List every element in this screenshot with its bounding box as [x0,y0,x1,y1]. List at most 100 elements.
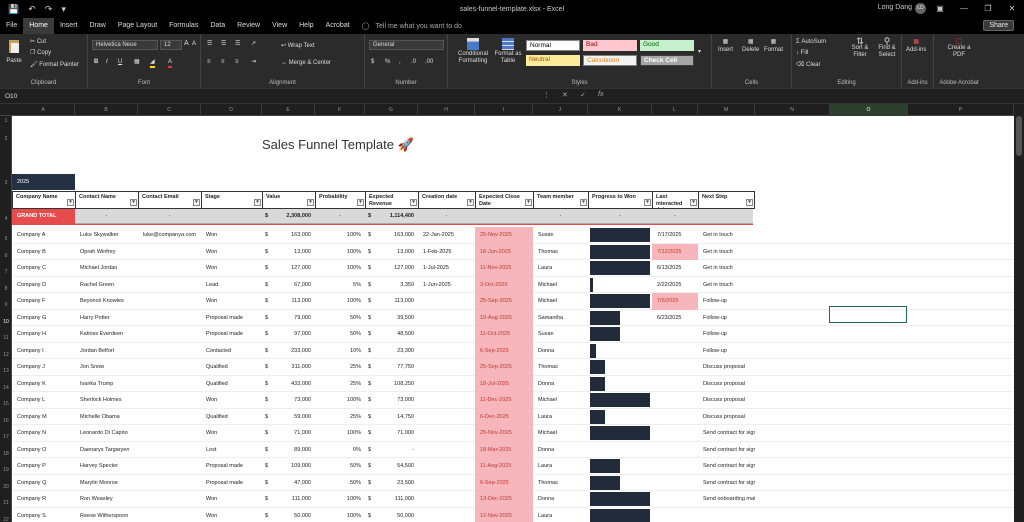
company-name-cell[interactable]: Company N [17,430,75,436]
stage-cell[interactable]: Proposal made [206,315,262,321]
probability-cell[interactable]: 10% [315,348,361,354]
team-member-cell[interactable]: Donna [538,447,588,453]
column-header-b[interactable]: B [75,104,138,116]
row-header-10[interactable]: 10 [0,319,12,325]
contact-name-cell[interactable]: Jordan Belfort [80,348,138,354]
column-header-k[interactable]: K [588,104,652,116]
expected-close-date-cell[interactable]: 11-Oct-2025 [480,331,533,337]
insert-cells-button[interactable]: ▦ Insert [718,38,733,54]
company-name-cell[interactable]: Company B [17,249,75,255]
probability-cell[interactable]: 25% [315,381,361,387]
row-header-9[interactable]: 9 [0,302,12,308]
filter-dropdown-icon[interactable]: ▾ [193,199,200,206]
column-header-c[interactable]: C [138,104,201,116]
company-name-cell[interactable]: Company D [17,282,75,288]
contact-name-cell[interactable]: Ron Weasley [80,496,138,502]
probability-cell[interactable]: 0% [315,447,361,453]
underline-icon[interactable]: U [118,58,122,66]
expected-close-date-cell[interactable]: 6-Sep-2025 [480,348,533,354]
row-header-4[interactable]: 4 [0,216,12,222]
value-cell[interactable]: 433,000 [262,381,311,387]
format-cells-button[interactable]: ▦ Format [764,38,783,54]
row-header-15[interactable]: 15 [0,401,12,407]
probability-cell[interactable]: 100% [315,265,361,271]
expected-revenue-cell[interactable]: 3,350 [365,282,414,288]
conditional-formatting-button[interactable]: Conditional Formatting [454,38,492,65]
stage-cell[interactable]: Contacted [206,348,262,354]
style-good[interactable]: Good [640,40,694,51]
contact-name-cell[interactable]: Michael Jordan [80,265,138,271]
column-header-d[interactable]: D [201,104,262,116]
company-name-cell[interactable]: Company P [17,463,75,469]
next-step-cell[interactable]: Follow-up [703,298,755,304]
probability-cell[interactable]: 100% [315,232,361,238]
align-middle-icon[interactable]: ☰ [221,40,226,48]
value-cell[interactable]: 109,000 [262,463,311,469]
column-header-n[interactable]: N [755,104,830,116]
more-options-icon[interactable]: ⋮ [543,91,550,99]
expected-close-date-cell[interactable]: 18-Mar-2025 [480,447,533,453]
expected-close-date-cell[interactable]: 19-Aug-2025 [480,315,533,321]
contact-name-cell[interactable]: Daenarys Targaryen [80,447,138,453]
addins-button[interactable]: ▦ Add-ins [906,38,926,54]
stage-cell[interactable]: Won [206,430,262,436]
expected-revenue-cell[interactable]: 23,500 [365,480,414,486]
row-header-12[interactable]: 12 [0,352,12,358]
orientation-icon[interactable]: ↗ [251,40,256,48]
column-header-l[interactable]: L [652,104,698,116]
value-cell[interactable]: 111,000 [262,496,311,502]
probability-cell[interactable]: 50% [315,315,361,321]
scroll-thumb[interactable] [1016,116,1022,156]
stage-cell[interactable]: Qualified [206,364,262,370]
restore-icon[interactable]: ❐ [976,0,1000,18]
row-header-3[interactable]: 3 [0,180,12,186]
expected-close-date-cell[interactable]: 3-Oct-2025 [480,282,533,288]
minimize-icon[interactable]: — [952,0,976,18]
expected-revenue-cell[interactable]: 50,000 [365,513,414,519]
format-painter-button[interactable]: 🖌 Format Painter [30,61,79,69]
contact-email-cell[interactable]: luke@companya.com [143,232,201,238]
align-center-icon[interactable]: ≡ [221,58,225,66]
team-member-cell[interactable]: Donna [538,348,588,354]
filter-dropdown-icon[interactable]: ▾ [580,199,587,206]
probability-cell[interactable]: 100% [315,397,361,403]
shrink-font-icon[interactable]: A [192,40,196,48]
expected-revenue-cell[interactable]: 163,000 [365,232,414,238]
expected-close-date-cell[interactable]: 25-Nov-2025 [480,232,533,238]
value-cell[interactable]: 73,000 [262,397,311,403]
team-member-cell[interactable]: Michael [538,282,588,288]
share-button[interactable]: Share [983,20,1014,31]
value-cell[interactable]: 71,000 [262,430,311,436]
borders-icon[interactable]: ▦ [134,58,140,66]
value-cell[interactable]: 97,000 [262,331,311,337]
next-step-cell[interactable]: Discuss proposal [703,414,755,420]
team-member-cell[interactable]: Michael [538,397,588,403]
bold-icon[interactable]: B [94,58,98,66]
value-cell[interactable]: 89,000 [262,447,311,453]
row-header-8[interactable]: 8 [0,286,12,292]
format-as-table-button[interactable]: Format as Table [494,38,522,65]
stage-cell[interactable]: Proposal made [206,463,262,469]
filter-dropdown-icon[interactable]: ▾ [67,199,74,206]
column-header-g[interactable]: G [365,104,418,116]
font-size-select[interactable]: 12 [160,40,182,50]
comma-icon[interactable]: , [399,58,401,66]
expected-close-date-cell[interactable]: 12-Nov-2025 [480,513,533,519]
wrap-text-button[interactable]: ↩ Wrap Text [281,42,315,50]
increase-decimal-icon[interactable]: .0 [411,58,416,66]
font-name-select[interactable]: Helvetica Neue [92,40,158,50]
contact-name-cell[interactable]: Oprah Winfrey [80,249,138,255]
team-member-cell[interactable]: Laura [538,414,588,420]
style-neutral[interactable]: Neutral [526,55,580,66]
name-box[interactable]: O10 [2,91,62,102]
next-step-cell[interactable]: Get in touch [703,282,755,288]
expected-close-date-cell[interactable]: 6-Dec-2025 [480,414,533,420]
year-cell[interactable]: 2025 [12,174,75,190]
tab-data[interactable]: Data [204,18,231,34]
company-name-cell[interactable]: Company R [17,496,75,502]
team-member-cell[interactable]: Samantha [538,315,588,321]
expected-revenue-cell[interactable]: 54,500 [365,463,414,469]
value-cell[interactable]: 163,000 [262,232,311,238]
company-name-cell[interactable]: Company C [17,265,75,271]
stage-cell[interactable]: Won [206,513,262,519]
